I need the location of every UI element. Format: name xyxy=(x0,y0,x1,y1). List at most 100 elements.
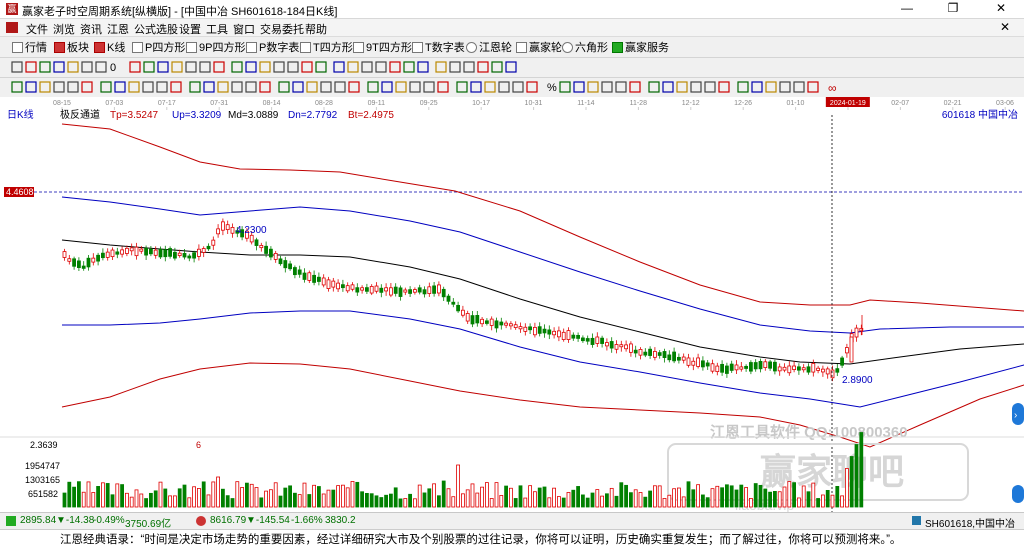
drawing-tool-icon[interactable] xyxy=(11,61,23,73)
drawing-tool-icon[interactable] xyxy=(157,61,169,73)
analysis-tool-icon[interactable] xyxy=(189,81,201,93)
drawing-tool-icon[interactable] xyxy=(477,61,489,73)
drawing-tool-icon[interactable] xyxy=(301,61,313,73)
analysis-tool-icon[interactable] xyxy=(718,81,730,93)
drawing-tool-icon[interactable] xyxy=(129,61,141,73)
close-button[interactable]: ✕ xyxy=(978,0,1024,18)
analysis-tool-icon[interactable] xyxy=(662,81,674,93)
kline-chart[interactable]: 日K线 极反通道 Tp=3.5247 Up=3.3209 Md=3.0889 Dn=2… xyxy=(0,107,1024,512)
analysis-tool-icon[interactable] xyxy=(807,81,819,93)
drawing-tool-icon[interactable] xyxy=(231,61,243,73)
chart-svg[interactable]: 日K线 极反通道 Tp=3.5247 Up=3.3209 Md=3.0889 Dn=2… xyxy=(0,107,1024,512)
drawing-tool-icon[interactable] xyxy=(81,61,93,73)
quote-button[interactable]: 行情 xyxy=(12,40,47,54)
minimize-button[interactable]: — xyxy=(884,0,930,18)
drawing-tool-icon[interactable] xyxy=(245,61,257,73)
hexagon-button[interactable]: 六角形 xyxy=(562,40,608,54)
drawing-tool-icon[interactable] xyxy=(389,61,401,73)
menu-formula[interactable]: 公式选股 xyxy=(134,21,178,37)
analysis-tool-icon[interactable] xyxy=(676,81,688,93)
analysis-tool-icon[interactable] xyxy=(67,81,79,93)
analysis-tool-icon[interactable] xyxy=(690,81,702,93)
drawing-tool-icon[interactable] xyxy=(171,61,183,73)
sh-index-value[interactable]: 2895.84 xyxy=(20,515,56,526)
9p-square-button[interactable]: 9P四方形 xyxy=(186,40,245,54)
drawing-tool-icon[interactable] xyxy=(417,61,429,73)
analysis-tool-icon[interactable] xyxy=(114,81,126,93)
analysis-tool-icon[interactable] xyxy=(512,81,524,93)
analysis-tool-icon[interactable] xyxy=(437,81,449,93)
menu-help[interactable]: 帮助 xyxy=(305,21,327,37)
analysis-tool-icon[interactable] xyxy=(231,81,243,93)
menu-settings[interactable]: 设置 xyxy=(179,21,201,37)
drawing-tool-icon[interactable] xyxy=(287,61,299,73)
sector-button[interactable]: 板块 xyxy=(54,40,89,54)
drawing-tool-icon[interactable] xyxy=(67,61,79,73)
drawing-tool-icon[interactable] xyxy=(259,61,271,73)
child-close-button[interactable]: ✕ xyxy=(1000,20,1010,34)
analysis-tool-icon[interactable] xyxy=(320,81,332,93)
gann-wheel-button[interactable]: 江恩轮 xyxy=(466,40,512,54)
analysis-tool-icon[interactable] xyxy=(409,81,421,93)
drawing-tool-icon[interactable] xyxy=(347,61,359,73)
menu-gann[interactable]: 江恩 xyxy=(107,21,129,37)
kline-button[interactable]: K线 xyxy=(94,40,125,54)
9t-square-button[interactable]: 9T四方形 xyxy=(353,40,412,54)
drawing-tool-icon[interactable] xyxy=(361,61,373,73)
analysis-tool-icon[interactable] xyxy=(156,81,168,93)
maximize-button[interactable]: ❐ xyxy=(930,0,976,18)
analysis-tool-icon[interactable] xyxy=(203,81,215,93)
analysis-tool-icon[interactable] xyxy=(170,81,182,93)
analysis-tool-icon[interactable] xyxy=(128,81,140,93)
scroll-down-button[interactable] xyxy=(1012,485,1024,503)
analysis-tool-icon[interactable] xyxy=(11,81,23,93)
drawing-tool-icon[interactable] xyxy=(53,61,65,73)
analysis-tool-icon[interactable] xyxy=(470,81,482,93)
analysis-tool-icon[interactable] xyxy=(456,81,468,93)
analysis-tool-icon[interactable] xyxy=(39,81,51,93)
p-table-button[interactable]: P数字表 xyxy=(246,40,299,54)
drawing-tool-icon[interactable] xyxy=(333,61,345,73)
drawing-tool-icon[interactable] xyxy=(491,61,503,73)
analysis-tool-icon[interactable] xyxy=(704,81,716,93)
menu-window[interactable]: 窗口 xyxy=(233,21,255,37)
drawing-tool-icon[interactable] xyxy=(143,61,155,73)
analysis-tool-icon[interactable] xyxy=(381,81,393,93)
analysis-tool-icon[interactable] xyxy=(737,81,749,93)
analysis-tool-icon[interactable] xyxy=(245,81,257,93)
analysis-tool-icon[interactable] xyxy=(81,81,93,93)
analysis-tool-icon[interactable] xyxy=(648,81,660,93)
analysis-tool-icon[interactable] xyxy=(348,81,360,93)
analysis-tool-icon[interactable] xyxy=(751,81,763,93)
infinity-icon[interactable]: ∞ xyxy=(828,81,837,95)
drawing-tool-icon[interactable] xyxy=(403,61,415,73)
analysis-tool-icon[interactable] xyxy=(498,81,510,93)
drawing-tool-icon[interactable] xyxy=(375,61,387,73)
drawing-tool-icon[interactable] xyxy=(273,61,285,73)
analysis-tool-icon[interactable] xyxy=(53,81,65,93)
analysis-tool-icon[interactable] xyxy=(278,81,290,93)
menu-info[interactable]: 资讯 xyxy=(80,21,102,37)
analysis-tool-icon[interactable] xyxy=(587,81,599,93)
analysis-tool-icon[interactable] xyxy=(334,81,346,93)
menu-browse[interactable]: 浏览 xyxy=(53,21,75,37)
menu-trade[interactable]: 交易委托 xyxy=(260,21,304,37)
t-square-button[interactable]: T四方形 xyxy=(300,40,353,54)
drawing-tool-icon[interactable] xyxy=(185,61,197,73)
drawing-tool-icon[interactable] xyxy=(213,61,225,73)
analysis-tool-icon[interactable] xyxy=(526,81,538,93)
t-table-button[interactable]: T数字表 xyxy=(412,40,465,54)
drawing-tool-icon[interactable] xyxy=(95,61,107,73)
drawing-tool-icon[interactable] xyxy=(199,61,211,73)
analysis-tool-icon[interactable] xyxy=(259,81,271,93)
menu-tools[interactable]: 工具 xyxy=(206,21,228,37)
analysis-tool-icon[interactable] xyxy=(367,81,379,93)
drawing-tool-icon[interactable] xyxy=(315,61,327,73)
analysis-tool-icon[interactable] xyxy=(601,81,613,93)
drawing-tool-icon[interactable] xyxy=(463,61,475,73)
percent-icon[interactable]: % xyxy=(547,82,557,94)
analysis-tool-icon[interactable] xyxy=(423,81,435,93)
analysis-tool-icon[interactable] xyxy=(615,81,627,93)
analysis-tool-icon[interactable] xyxy=(292,81,304,93)
sz-index-value[interactable]: 8616.79 xyxy=(210,515,246,526)
